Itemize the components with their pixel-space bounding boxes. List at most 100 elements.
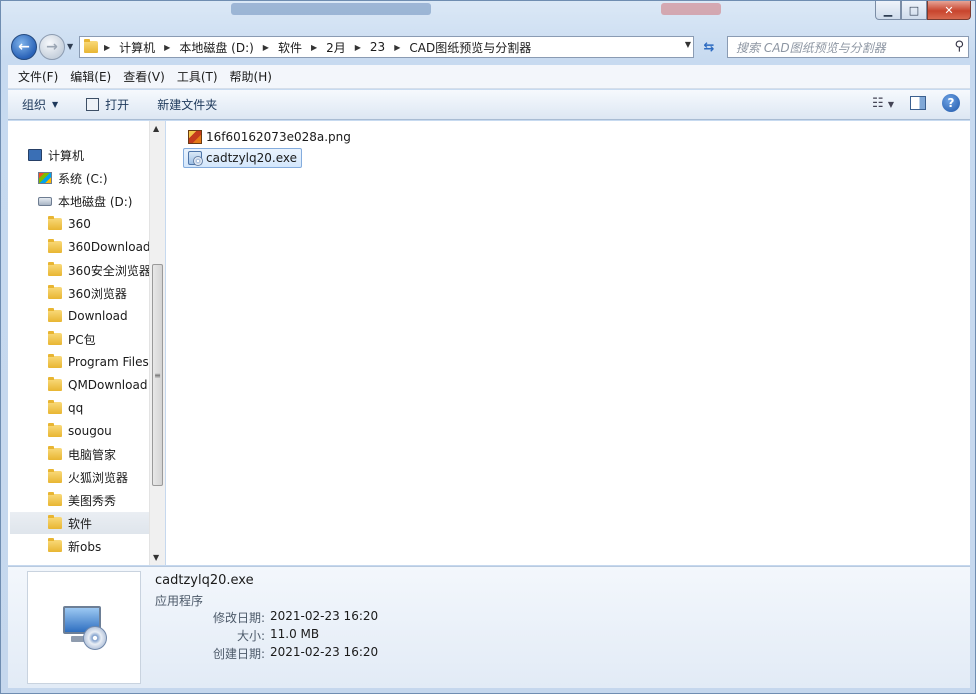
tree-item-folder[interactable]: Download xyxy=(48,305,128,327)
tree-item-label: qq xyxy=(68,401,84,415)
minimize-button[interactable]: ▁ xyxy=(875,1,901,20)
tree-item-folder[interactable]: sougou xyxy=(48,420,112,442)
scroll-up-icon[interactable]: ▲ xyxy=(153,124,159,133)
open-icon xyxy=(86,98,100,111)
tree-item-folder[interactable]: 360安全浏览器 xyxy=(48,259,151,281)
view-details-icon: ☷ xyxy=(872,95,884,111)
tree-item-folder[interactable]: qq xyxy=(48,397,83,419)
tree-item-folder[interactable]: 美图秀秀 xyxy=(48,489,116,511)
minimize-icon: ▁ xyxy=(883,3,893,17)
chevron-right-icon[interactable]: ▶ xyxy=(104,43,110,52)
help-icon[interactable]: ? xyxy=(942,94,960,112)
forward-button[interactable]: → xyxy=(39,34,65,60)
details-modified-label: 修改日期: xyxy=(212,611,265,625)
scroll-down-icon[interactable]: ▼ xyxy=(153,553,159,562)
tree-item-drive-d[interactable]: 本地磁盘 (D:) xyxy=(38,190,132,212)
view-controls: ☷ ▼ ? xyxy=(872,94,960,112)
menu-tools[interactable]: 工具(T) xyxy=(171,68,224,85)
tree-item-folder[interactable]: 电脑管家 xyxy=(48,443,116,465)
explorer-window: ▁ □ ✕ ← → ▼ ▶ 计算机 ▶ 本地磁盘 (D:) ▶ 软件 ▶ 2月 … xyxy=(0,0,976,694)
tree-item-label: 软件 xyxy=(68,516,93,531)
tree-item-folder[interactable]: Program Files xyxy=(48,351,149,373)
details-size-label: 大小: xyxy=(236,629,265,643)
open-button[interactable]: 打开 xyxy=(72,90,143,119)
refresh-button[interactable]: ⇆ xyxy=(697,36,721,58)
arrow-left-icon: ← xyxy=(18,39,30,55)
chevron-right-icon[interactable]: ▶ xyxy=(311,43,317,52)
tree-item-label: 火狐浏览器 xyxy=(68,470,129,485)
tree-item-label: 新obs xyxy=(68,539,102,554)
folder-icon xyxy=(48,446,62,460)
computer-icon xyxy=(28,149,42,161)
tree-item-computer[interactable]: 计算机 xyxy=(28,144,84,166)
folder-icon xyxy=(48,308,62,322)
file-item-selected[interactable]: cadtzylq20.exe xyxy=(183,148,302,168)
tree-item-folder[interactable]: 新obs xyxy=(48,535,101,557)
image-file-icon xyxy=(188,130,202,144)
search-placeholder: 搜索 CAD图纸预览与分割器 xyxy=(736,40,886,55)
tree-item-label: PC包 xyxy=(68,332,96,347)
menu-file[interactable]: 文件(F) xyxy=(12,68,64,85)
back-button[interactable]: ← xyxy=(11,34,37,60)
search-input[interactable]: 搜索 CAD图纸预览与分割器 ⚲ xyxy=(727,36,969,58)
address-bar[interactable]: ▶ 计算机 ▶ 本地磁盘 (D:) ▶ 软件 ▶ 2月 ▶ 23 ▶ CAD图纸… xyxy=(79,36,694,58)
breadcrumb-23[interactable]: 23 xyxy=(370,40,385,54)
tree-item-folder[interactable]: 360浏览器 xyxy=(48,282,127,304)
breadcrumb-computer[interactable]: 计算机 xyxy=(119,39,155,56)
tree-item-label: 360 xyxy=(68,217,91,231)
folder-icon xyxy=(48,538,62,552)
recent-pages-dropdown[interactable]: ▼ xyxy=(67,42,73,51)
tree-item-folder[interactable]: PC包 xyxy=(48,328,96,350)
title-bar[interactable]: ▁ □ ✕ xyxy=(1,1,975,31)
organize-button[interactable]: 组织 ▼ xyxy=(8,90,72,119)
tree-item-folder[interactable]: 360Download xyxy=(48,236,151,258)
folder-icon xyxy=(48,377,62,391)
caption-buttons: ▁ □ ✕ xyxy=(875,1,971,20)
breadcrumb: ▶ 计算机 ▶ 本地磁盘 (D:) ▶ 软件 ▶ 2月 ▶ 23 ▶ CAD图纸… xyxy=(104,39,531,56)
tree-item-folder[interactable]: 火狐浏览器 xyxy=(48,466,128,488)
breadcrumb-software[interactable]: 软件 xyxy=(278,39,302,56)
details-pane: cadtzylq20.exe 应用程序 修改日期: 2021-02-23 16:… xyxy=(8,566,970,688)
change-view-button[interactable]: ☷ ▼ xyxy=(872,96,894,111)
new-folder-button[interactable]: 新建文件夹 xyxy=(143,90,231,119)
search-icon[interactable]: ⚲ xyxy=(954,39,964,54)
open-label: 打开 xyxy=(105,98,130,112)
breadcrumb-current-folder[interactable]: CAD图纸预览与分割器 xyxy=(409,39,531,56)
tree-item-label: sougou xyxy=(68,424,112,438)
breadcrumb-drive-d[interactable]: 本地磁盘 (D:) xyxy=(179,39,253,56)
exe-file-icon xyxy=(188,151,203,166)
new-folder-label: 新建文件夹 xyxy=(157,98,218,112)
preview-pane-icon[interactable] xyxy=(910,96,926,110)
close-button[interactable]: ✕ xyxy=(927,1,971,20)
tree-item-label: 本地磁盘 (D:) xyxy=(58,194,133,209)
details-modified-value[interactable]: 2021-02-23 16:20 xyxy=(270,609,378,623)
breadcrumb-february[interactable]: 2月 xyxy=(326,39,346,56)
address-history-dropdown[interactable]: ▼ xyxy=(685,40,691,49)
chevron-right-icon[interactable]: ▶ xyxy=(394,43,400,52)
chevron-down-icon: ▼ xyxy=(887,99,894,109)
application-icon xyxy=(61,604,107,652)
file-list[interactable]: 16f60162073e028a.png cadtzylq20.exe xyxy=(166,121,970,565)
drive-icon xyxy=(38,196,52,206)
chevron-right-icon[interactable]: ▶ xyxy=(164,43,170,52)
folder-icon xyxy=(48,216,62,230)
file-item[interactable]: 16f60162073e028a.png xyxy=(184,127,355,147)
tree-item-folder-selected[interactable]: 软件 xyxy=(10,512,149,534)
details-created-value[interactable]: 2021-02-23 16:20 xyxy=(270,645,378,659)
maximize-button[interactable]: □ xyxy=(901,1,927,20)
chevron-right-icon[interactable]: ▶ xyxy=(263,43,269,52)
tree-item-folder[interactable]: QMDownload xyxy=(48,374,147,396)
close-icon: ✕ xyxy=(944,3,954,17)
refresh-icon: ⇆ xyxy=(703,39,715,55)
tree-item-drive-c[interactable]: 系统 (C:) xyxy=(38,167,108,189)
tree-item-label: 360浏览器 xyxy=(68,286,127,301)
scrollbar-thumb[interactable]: ≡ xyxy=(152,264,163,486)
menu-edit[interactable]: 编辑(E) xyxy=(64,68,117,85)
organize-label: 组织 xyxy=(22,98,47,112)
chevron-right-icon[interactable]: ▶ xyxy=(355,43,361,52)
menu-view[interactable]: 查看(V) xyxy=(117,68,171,85)
menu-help[interactable]: 帮助(H) xyxy=(224,68,278,85)
folder-icon xyxy=(48,331,62,345)
tree-item-folder[interactable]: 360 xyxy=(48,213,91,235)
nav-scrollbar[interactable]: ▲ ≡ ▼ xyxy=(149,121,165,565)
